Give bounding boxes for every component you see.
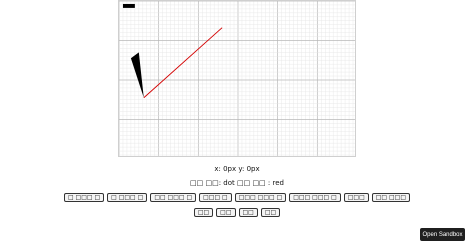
canvas-grid [119, 1, 355, 156]
mode-color: red [272, 179, 284, 187]
canvas-drawing[interactable] [119, 1, 355, 156]
toolbar-button-5[interactable]: □□□ □□□ □ [234, 193, 287, 202]
color-button-2[interactable]: □□ [216, 208, 236, 217]
toolbar-row-1: □ □□□ □ □ □□□ □ □□ □□□ □ □□□ □ □□□ □□□ □… [0, 193, 474, 202]
toolbar-button-3[interactable]: □□ □□□ □ [150, 193, 197, 202]
toolbar-button-7[interactable]: □□□ [343, 193, 369, 202]
mode-status: □□ □□: dot □□ □□ : red [0, 178, 474, 188]
color-button-4[interactable]: □□ [260, 208, 281, 217]
toolbar-button-4[interactable]: □□□ □ [199, 193, 232, 202]
toolbar-button-1[interactable]: □ □□□ □ [63, 193, 105, 202]
mode-prefix: □□ □□: [190, 179, 224, 187]
open-sandbox-button[interactable]: Open Sandbox [420, 228, 465, 241]
mode-middle: □□ □□ : [234, 179, 273, 187]
toolbar-button-8[interactable]: □□ □□□ [371, 193, 411, 202]
drawing-canvas[interactable] [118, 0, 356, 157]
black-triangle-mark [130, 52, 144, 98]
coordinates-readout: x: 0px y: 0px [214, 165, 260, 173]
toolbar-row-2: □□ □□ □□ □□ [0, 208, 474, 217]
mode-tool: dot [223, 179, 235, 187]
toolbar-button-6[interactable]: □□□ □□□ □ [289, 193, 341, 202]
color-button-3[interactable]: □□ [238, 208, 258, 217]
black-bar-mark [122, 3, 135, 8]
color-button-1[interactable]: □□ [193, 208, 214, 217]
toolbar-button-2[interactable]: □ □□□ □ [107, 193, 148, 202]
